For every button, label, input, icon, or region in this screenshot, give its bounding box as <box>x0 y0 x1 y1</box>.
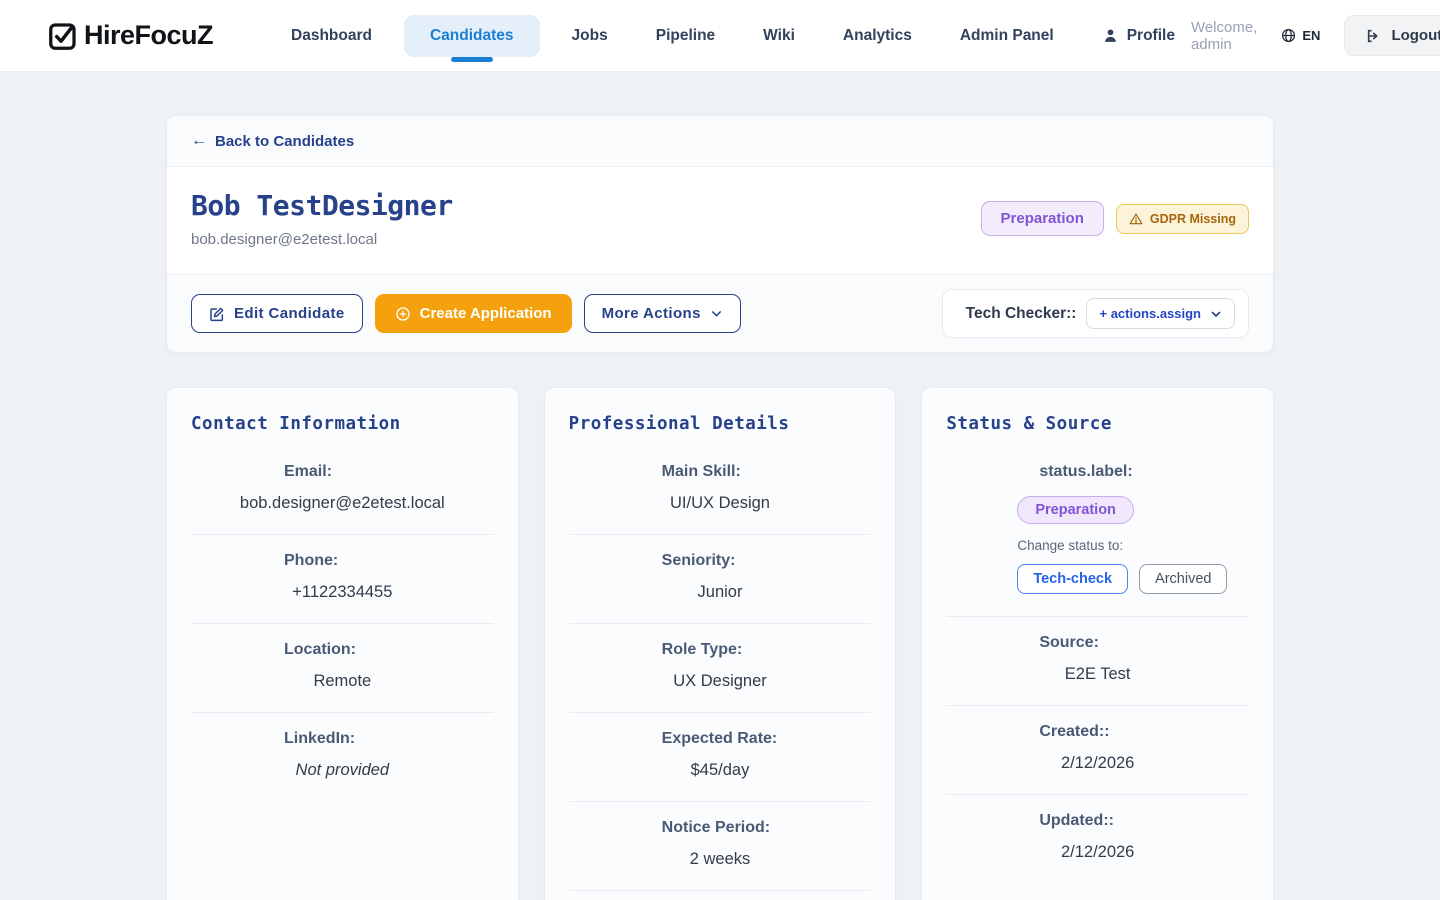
edit-candidate-button[interactable]: Edit Candidate <box>191 294 363 333</box>
welcome-text: Welcome, admin <box>1191 19 1257 53</box>
logo-text: HireFocuZ <box>84 20 213 51</box>
chevron-down-icon <box>1210 308 1222 320</box>
field-row: Location: Remote <box>191 623 494 712</box>
nav-item[interactable]: Candidates <box>404 15 540 57</box>
card-title: Contact Information <box>191 414 494 434</box>
status-badge: Preparation <box>981 201 1104 236</box>
detail-cards: Contact Information Email: bob.designer@… <box>166 387 1274 900</box>
change-status-buttons: Tech-check Archived <box>1017 564 1227 594</box>
field-row: Phone: +1122334455 <box>191 534 494 623</box>
change-status-label: Change status to: <box>1017 538 1123 553</box>
card-title: Professional Details <box>569 414 872 434</box>
status-source-card: Status & Source status.label: Preparatio… <box>921 387 1274 900</box>
field-row: Updated:: 2/12/2026 <box>946 794 1249 883</box>
field-row: Main Skill: UI/UX Design <box>569 446 872 534</box>
field-row: Role Type: UX Designer <box>569 623 872 712</box>
plus-circle-icon <box>395 306 411 322</box>
status-field: status.label: Preparation Change status … <box>946 446 1249 616</box>
field-row: Expected Rate: $45/day <box>569 712 872 801</box>
status-pill: Preparation <box>1017 496 1134 524</box>
logout-icon <box>1365 28 1381 44</box>
field-row: Source: E2E Test <box>946 616 1249 705</box>
person-icon <box>1102 27 1119 44</box>
contact-information-card: Contact Information Email: bob.designer@… <box>166 387 519 900</box>
back-row: ← Back to Candidates <box>167 116 1273 167</box>
logo-checkbox-icon <box>48 21 78 51</box>
field-row: Email: bob.designer@e2etest.local <box>191 446 494 534</box>
badges-group: Preparation GDPR Missing <box>981 201 1249 236</box>
nav-item[interactable]: Wiki <box>747 15 811 57</box>
top-nav: HireFocuZ Dashboard Candidates Jobs Pipe… <box>0 0 1440 72</box>
nav-right-group: Welcome, admin EN Logout <box>1191 15 1440 56</box>
primary-actions: Edit Candidate Create Application More A… <box>191 294 741 333</box>
back-arrow-icon: ← <box>191 132 207 150</box>
more-actions-button[interactable]: More Actions <box>584 294 741 333</box>
nav-item[interactable]: Analytics <box>827 15 928 57</box>
candidate-identity-row: Bob TestDesigner bob.designer@e2etest.lo… <box>167 167 1273 274</box>
field-row: LinkedIn: Not provided <box>191 712 494 801</box>
field-row: Notice Period: 2 weeks <box>569 801 872 890</box>
card-title: Status & Source <box>946 414 1249 434</box>
candidate-header-panel: ← Back to Candidates Bob TestDesigner bo… <box>166 115 1274 353</box>
candidate-detail-page: ← Back to Candidates Bob TestDesigner bo… <box>166 72 1274 900</box>
gdpr-warning-badge: GDPR Missing <box>1116 204 1249 234</box>
field-row: English Level: <box>569 890 872 900</box>
assign-select[interactable]: + actions.assign <box>1086 298 1235 329</box>
professional-details-card: Professional Details Main Skill: UI/UX D… <box>544 387 897 900</box>
candidate-name: Bob TestDesigner <box>191 189 453 222</box>
nav-item[interactable]: Pipeline <box>640 15 731 57</box>
candidate-email: bob.designer@e2etest.local <box>191 231 453 248</box>
tech-checker-group: Tech Checker:: + actions.assign <box>942 289 1249 338</box>
edit-icon <box>209 306 225 322</box>
chevron-down-icon <box>710 307 723 320</box>
language-switcher[interactable]: EN <box>1281 28 1320 43</box>
change-status-button[interactable]: Archived <box>1139 564 1227 594</box>
status-label: status.label: <box>946 463 1249 481</box>
change-status-button[interactable]: Tech-check <box>1017 564 1128 594</box>
nav-item-profile[interactable]: Profile <box>1086 15 1191 57</box>
logo: HireFocuZ <box>48 20 213 51</box>
field-row: Seniority: Junior <box>569 534 872 623</box>
actions-row: Edit Candidate Create Application More A… <box>167 274 1273 352</box>
tech-checker-label: Tech Checker:: <box>966 305 1077 323</box>
nav-item[interactable]: Jobs <box>556 15 624 57</box>
warning-icon <box>1129 212 1143 226</box>
globe-icon <box>1281 28 1296 43</box>
field-row: Created:: 2/12/2026 <box>946 705 1249 794</box>
logout-button[interactable]: Logout <box>1344 15 1440 56</box>
nav-item[interactable]: Dashboard <box>275 15 388 57</box>
back-to-candidates-link[interactable]: ← Back to Candidates <box>191 132 354 150</box>
create-application-button[interactable]: Create Application <box>375 294 572 333</box>
main-nav: Dashboard Candidates Jobs Pipeline Wiki … <box>275 15 1070 57</box>
nav-item[interactable]: Admin Panel <box>944 15 1070 57</box>
